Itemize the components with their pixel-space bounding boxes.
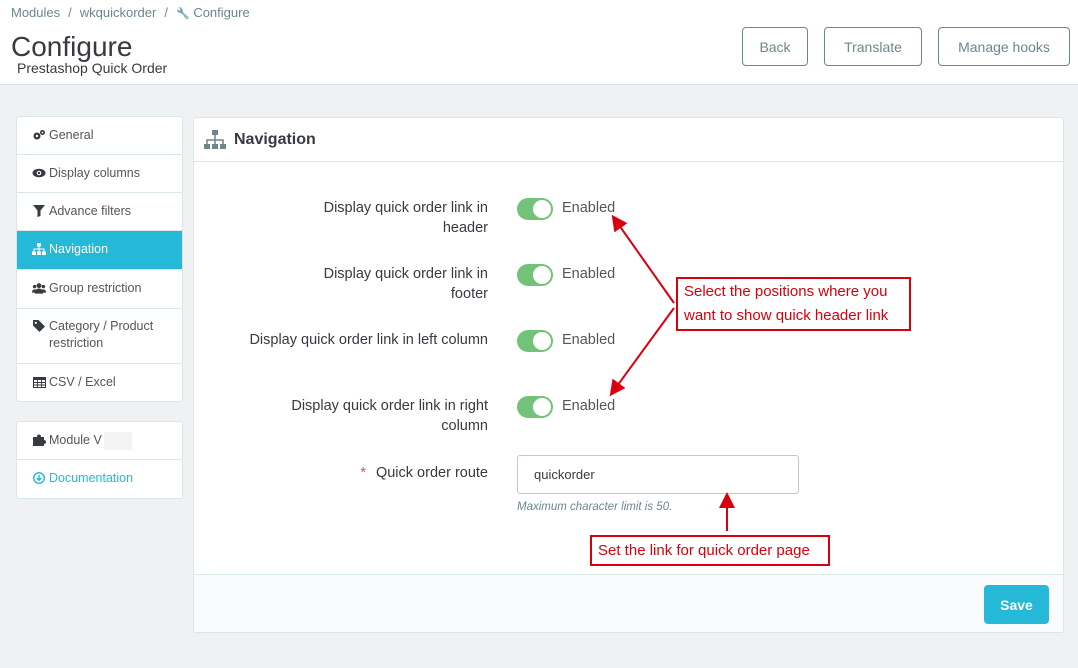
tag-icon xyxy=(32,319,46,333)
footer-link-label: Display quick order link in footer xyxy=(323,266,488,302)
form-row-route: * Quick order route xyxy=(190,463,488,485)
cogs-icon xyxy=(32,128,46,142)
form-row-left-column: Display quick order link in left column xyxy=(190,330,488,372)
right-column-link-status: Enabled xyxy=(562,398,616,414)
module-info-menu: Module V Documentation xyxy=(16,421,183,499)
footer-link-status: Enabled xyxy=(562,266,616,282)
filter-icon xyxy=(32,204,46,218)
left-column-link-label: Display quick order link in left column xyxy=(249,332,488,348)
puzzle-icon xyxy=(32,433,46,447)
right-column-link-switch[interactable] xyxy=(517,396,553,418)
menu-item-general[interactable]: General xyxy=(17,117,182,155)
documentation-label: Documentation xyxy=(49,471,134,485)
form-row-right-column: Display quick order link in right column xyxy=(190,396,488,438)
panel-title: Navigation xyxy=(234,130,316,148)
left-column-link-status: Enabled xyxy=(562,332,616,348)
sitemap-icon xyxy=(204,129,226,149)
breadcrumb-configure: Configure xyxy=(193,5,250,20)
menu-item-category-product-restriction[interactable]: Category / Product restriction xyxy=(17,309,182,364)
panel-heading: Navigation xyxy=(194,118,1063,162)
header-link-status: Enabled xyxy=(562,200,616,216)
required-mark: * xyxy=(360,465,366,481)
menu-item-label: Group restriction xyxy=(49,281,142,295)
sitemap-icon xyxy=(32,242,46,256)
header-link-switch[interactable] xyxy=(517,198,553,220)
download-circle-icon xyxy=(32,471,46,485)
page-subtitle: Prestashop Quick Order xyxy=(17,60,168,76)
menu-item-display-columns[interactable]: Display columns xyxy=(17,155,182,193)
breadcrumb-separator: / xyxy=(68,5,72,20)
module-version-item: Module V xyxy=(17,422,182,460)
menu-item-label: CSV / Excel xyxy=(49,375,116,389)
manage-hooks-button[interactable]: Manage hooks xyxy=(938,27,1070,66)
menu-item-advance-filters[interactable]: Advance filters xyxy=(17,193,182,231)
left-column-link-switch[interactable] xyxy=(517,330,553,352)
footer-link-switch[interactable] xyxy=(517,264,553,286)
module-version-label: Module V xyxy=(49,433,102,447)
breadcrumb-module[interactable]: wkquickorder xyxy=(80,5,157,20)
menu-item-label: Display columns xyxy=(49,166,141,180)
form-row-header: Display quick order link in header xyxy=(190,198,488,240)
eye-icon xyxy=(32,166,46,180)
save-button[interactable]: Save xyxy=(984,585,1049,624)
route-help-text: Maximum character limit is 50. xyxy=(517,501,673,513)
menu-item-label: Navigation xyxy=(49,242,109,256)
documentation-link[interactable]: Documentation xyxy=(17,460,182,498)
version-number-redacted xyxy=(103,432,132,450)
menu-item-label: Advance filters xyxy=(49,204,131,218)
annotation-positions: Select the positions where you want to s… xyxy=(676,277,911,331)
form-row-footer: Display quick order link in footer xyxy=(190,264,488,306)
right-column-link-label: Display quick order link in right column xyxy=(291,398,488,434)
menu-item-csv-excel[interactable]: CSV / Excel xyxy=(17,364,182,401)
page-title: Configure xyxy=(11,31,133,62)
menu-item-group-restriction[interactable]: Group restriction xyxy=(17,270,182,309)
menu-item-label: General xyxy=(49,128,94,142)
breadcrumb-separator: / xyxy=(164,5,168,20)
back-button[interactable]: Back xyxy=(742,27,808,66)
menu-item-label: Category / Product restriction xyxy=(49,319,154,350)
table-icon xyxy=(32,375,46,389)
translate-button[interactable]: Translate xyxy=(824,27,922,66)
breadcrumb-modules[interactable]: Modules xyxy=(11,5,60,20)
wrench-icon: 🔧 xyxy=(175,8,190,20)
page-header: Modules / wkquickorder / 🔧 Configure Configu… xyxy=(0,0,1078,85)
panel-footer: Save xyxy=(194,574,1063,632)
route-label-wrap: * Quick order route xyxy=(248,463,488,483)
header-link-label: Display quick order link in header xyxy=(323,200,488,236)
breadcrumb: Modules / wkquickorder / 🔧 Configure xyxy=(11,5,250,20)
route-label: Quick order route xyxy=(375,465,488,481)
annotation-route: Set the link for quick order page xyxy=(590,535,830,566)
menu-item-navigation[interactable]: Navigation xyxy=(17,231,182,270)
quick-order-route-input[interactable] xyxy=(517,455,799,494)
users-icon xyxy=(32,281,46,295)
config-menu: General Display columns Advance filters … xyxy=(16,116,183,402)
